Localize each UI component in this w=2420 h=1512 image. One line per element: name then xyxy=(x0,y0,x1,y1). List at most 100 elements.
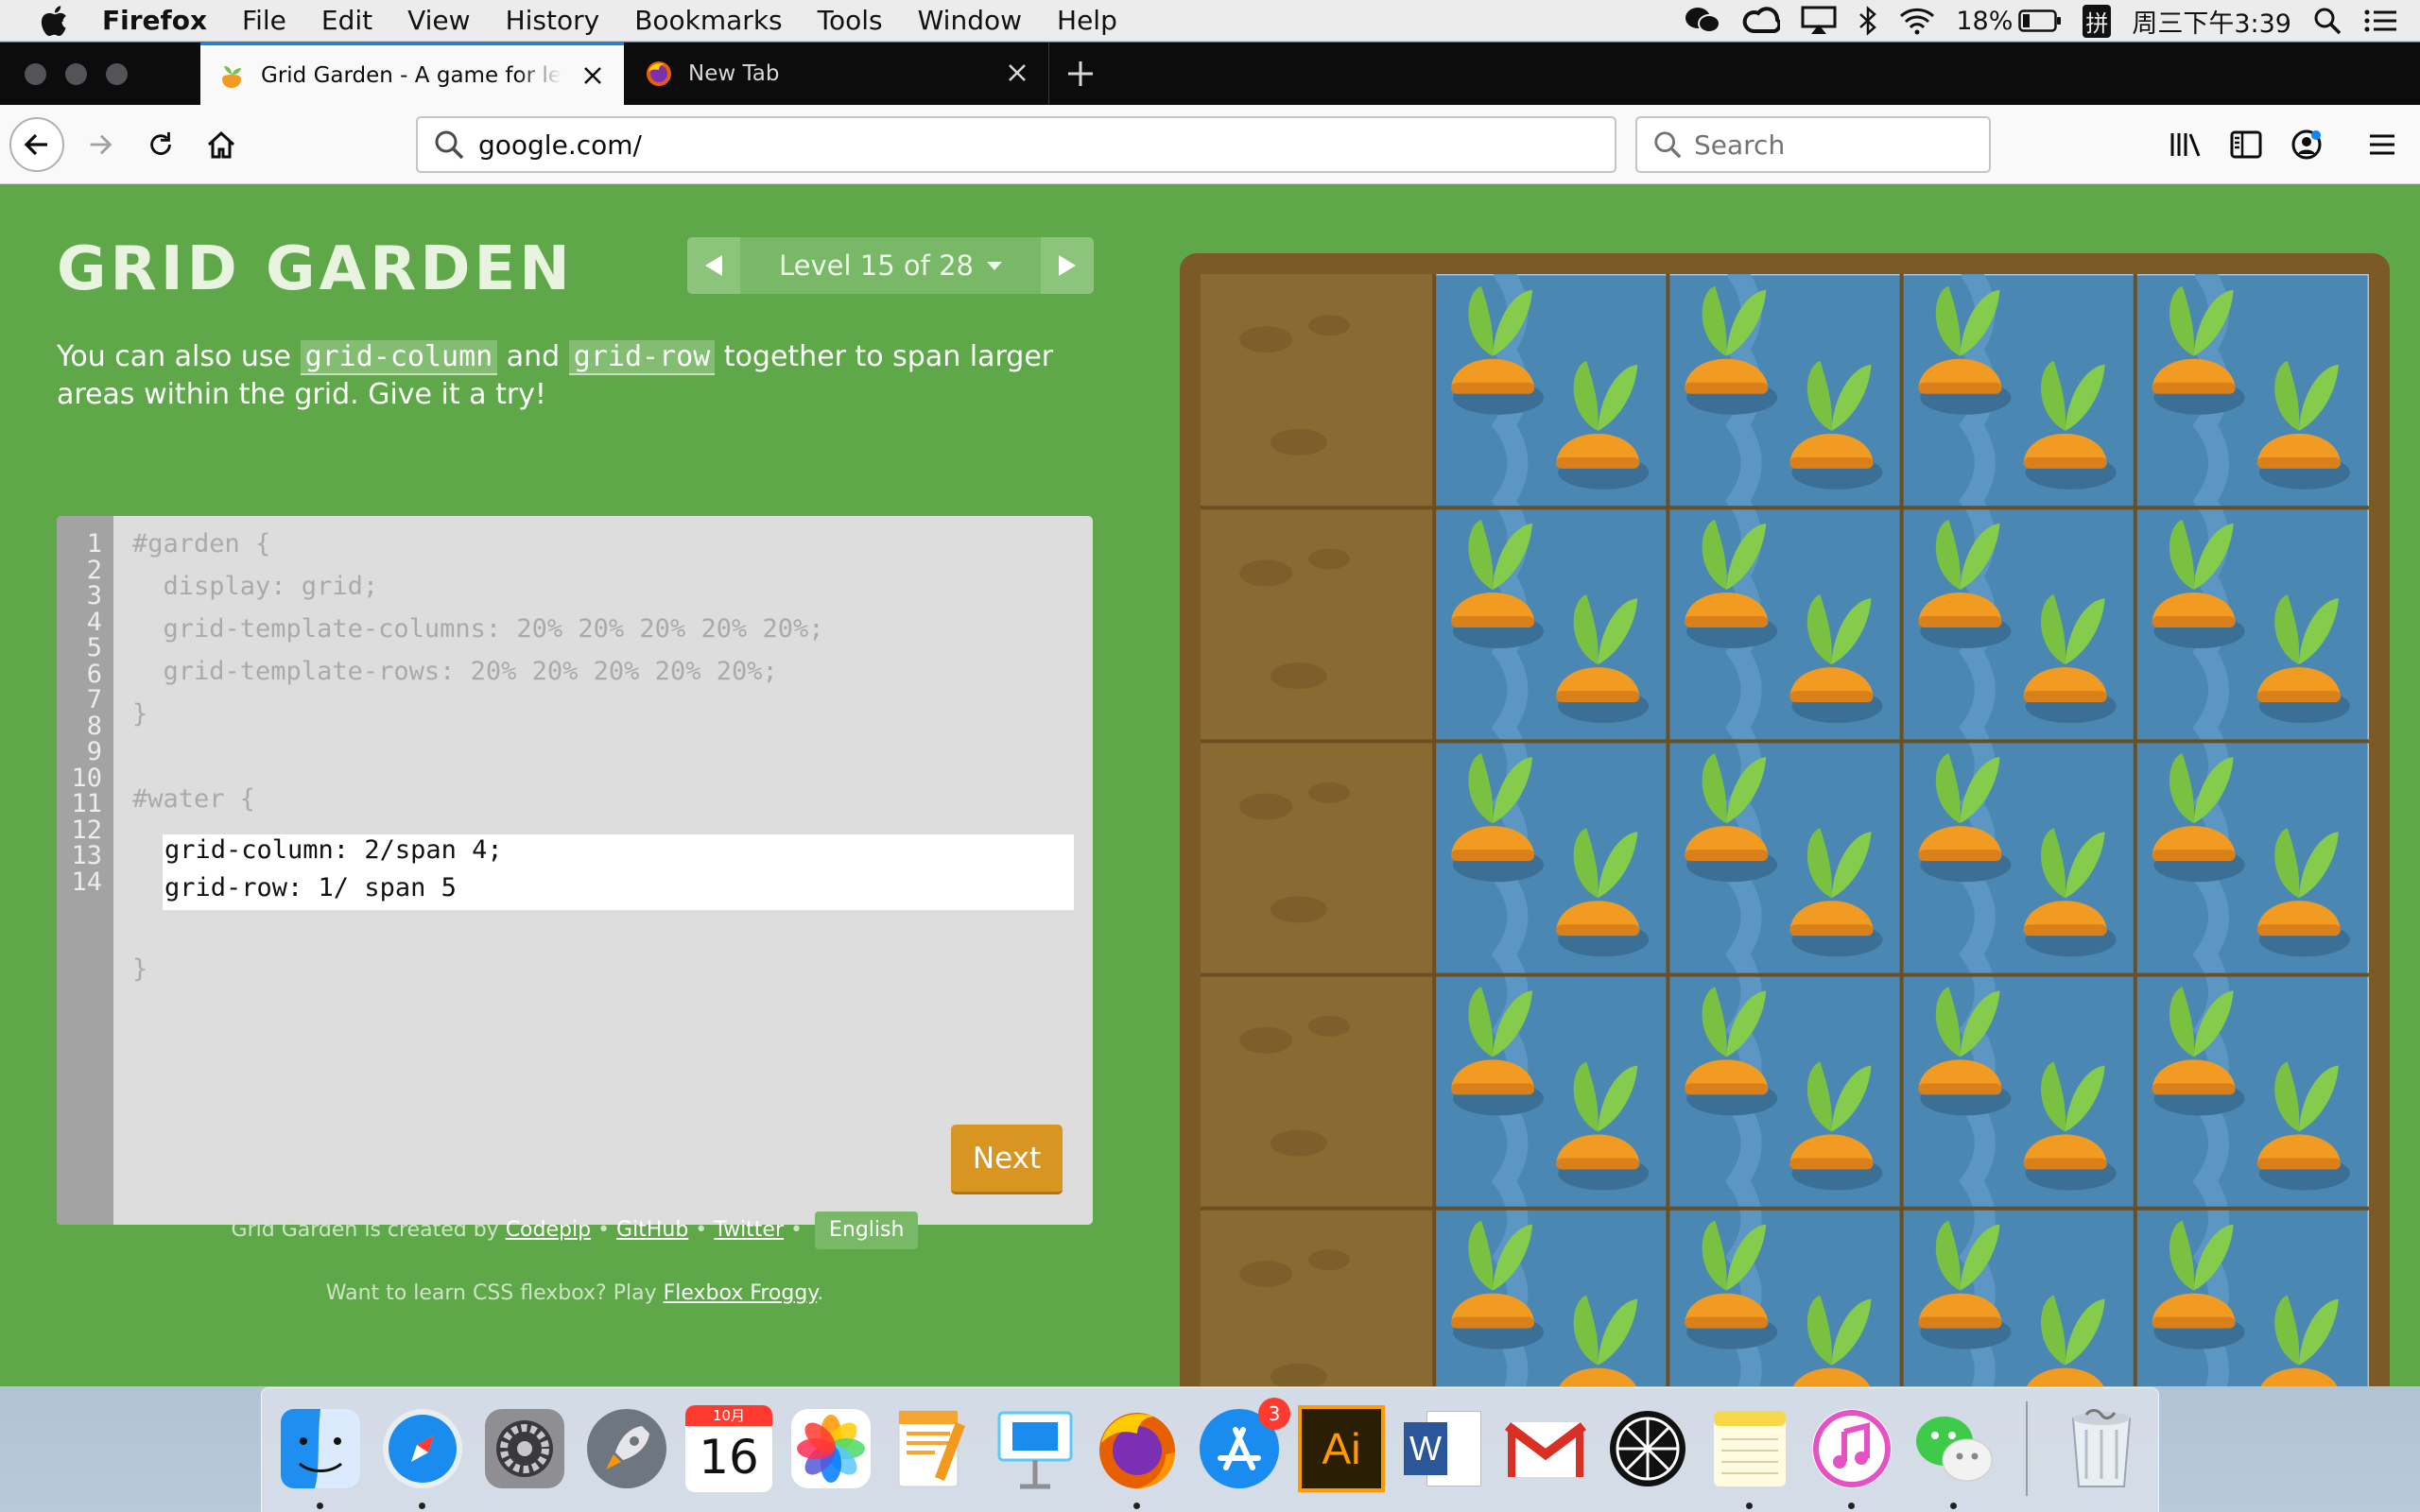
home-button[interactable] xyxy=(197,120,246,169)
soil-clod xyxy=(1307,782,1350,803)
library-icon xyxy=(2170,133,2201,157)
photos-icon[interactable] xyxy=(787,1405,874,1492)
hamburger-icon xyxy=(2370,134,2394,155)
carrot-base xyxy=(1918,615,2002,627)
wechat-icon[interactable] xyxy=(1910,1405,1997,1492)
illustrator-icon[interactable]: Ai xyxy=(1298,1405,1385,1492)
code-term-grid-row[interactable]: grid-row xyxy=(568,340,716,375)
soil-clod xyxy=(1307,1249,1350,1271)
clock[interactable]: 周三下午3:39 xyxy=(2132,3,2291,40)
battery-icon[interactable] xyxy=(2018,9,2062,32)
flexbox-froggy-link[interactable]: Flexbox Froggy xyxy=(664,1281,818,1305)
carrot-base xyxy=(2152,382,2236,394)
wechat-status-icon[interactable] xyxy=(1684,6,1721,36)
apple-icon[interactable] xyxy=(38,5,70,37)
css-answer-input[interactable]: grid-column: 2/span 4; grid-row: 1/ span… xyxy=(163,834,1074,910)
github-link[interactable]: GitHub xyxy=(616,1218,688,1242)
tab-title: New Tab xyxy=(688,61,780,86)
promo-end: . xyxy=(817,1281,824,1305)
mail-icon[interactable] xyxy=(1502,1405,1589,1492)
forward-button[interactable] xyxy=(76,120,125,169)
search-icon xyxy=(1654,131,1682,159)
spotlight-search-icon[interactable] xyxy=(2312,6,2342,36)
close-tab-icon[interactable] xyxy=(1003,59,1031,87)
menu-button[interactable] xyxy=(2358,120,2407,169)
close-tab-icon[interactable] xyxy=(579,61,607,90)
soil-clod xyxy=(1270,662,1327,690)
zoom-window-button[interactable] xyxy=(106,62,128,85)
carrot-base xyxy=(2023,456,2107,469)
carrot-base xyxy=(1451,850,1534,862)
menu-tools[interactable]: Tools xyxy=(818,5,883,36)
soil-clod xyxy=(1307,1015,1350,1037)
system-preferences-icon[interactable] xyxy=(481,1405,568,1492)
calendar-icon[interactable]: 10月 16 xyxy=(685,1405,772,1492)
keynote-icon[interactable] xyxy=(992,1405,1079,1492)
level-selector[interactable]: Level 15 of 28 xyxy=(740,237,1041,294)
library-button[interactable] xyxy=(2161,120,2210,169)
menu-edit[interactable]: Edit xyxy=(321,5,372,36)
app-store-badge: 3 xyxy=(1258,1398,1290,1430)
soil-clod xyxy=(1239,1261,1293,1288)
running-indicator xyxy=(1950,1503,1957,1509)
line-number: 13 xyxy=(71,841,102,870)
next-button[interactable]: Next xyxy=(951,1125,1063,1194)
safari-icon[interactable] xyxy=(379,1405,466,1492)
trash-icon[interactable] xyxy=(2058,1405,2145,1492)
launchpad-icon[interactable] xyxy=(583,1405,670,1492)
carrot-base xyxy=(1789,1158,1874,1170)
carrot-base xyxy=(1918,1316,2002,1329)
close-window-button[interactable] xyxy=(25,62,46,85)
code-line: #garden { xyxy=(132,529,271,558)
carrot-base xyxy=(1685,615,1769,627)
wifi-icon[interactable] xyxy=(1899,7,1935,35)
menu-history[interactable]: History xyxy=(506,5,600,36)
running-indicator xyxy=(317,1503,323,1509)
notes-icon[interactable] xyxy=(1706,1405,1793,1492)
menu-help[interactable]: Help xyxy=(1057,5,1117,36)
menu-firefox[interactable]: Firefox xyxy=(102,5,207,36)
carrot-base xyxy=(1556,924,1640,936)
creative-cloud-icon[interactable] xyxy=(1742,7,1781,35)
airplay-icon[interactable] xyxy=(1801,6,1837,36)
word-icon[interactable]: W xyxy=(1400,1405,1487,1492)
tab-grid-garden[interactable]: Grid Garden - A game for learning CSS gr… xyxy=(200,43,624,105)
menu-view[interactable]: View xyxy=(407,5,470,36)
lemon-icon[interactable] xyxy=(1604,1405,1691,1492)
language-selector[interactable]: English xyxy=(815,1211,919,1249)
credits-line: Grid Garden is created by Codepip • GitH… xyxy=(57,1211,1093,1249)
input-method-icon[interactable]: 拼 xyxy=(2083,4,2112,38)
level-label: Level 15 of 28 xyxy=(779,249,974,282)
level-instructions: You can also use grid-column and grid-ro… xyxy=(57,338,1059,414)
flexbox-froggy-promo: Want to learn CSS flexbox? Play Flexbox … xyxy=(57,1281,1093,1305)
next-level-button[interactable] xyxy=(1041,237,1094,294)
back-button[interactable] xyxy=(9,117,64,172)
code-term-grid-column[interactable]: grid-column xyxy=(300,340,498,375)
new-tab-button[interactable] xyxy=(1049,43,1112,105)
itunes-icon[interactable] xyxy=(1808,1405,1895,1492)
tab-new-tab[interactable]: New Tab xyxy=(624,43,1049,105)
previous-level-button[interactable] xyxy=(687,237,740,294)
finder-icon[interactable] xyxy=(277,1405,364,1492)
sidebar-toggle-button[interactable] xyxy=(2221,120,2271,169)
menu-bookmarks[interactable]: Bookmarks xyxy=(634,5,782,36)
firefox-dock-icon[interactable] xyxy=(1094,1405,1181,1492)
url-bar[interactable]: google.com/ xyxy=(416,116,1616,173)
pages-icon[interactable] xyxy=(890,1405,977,1492)
line-number: 5 xyxy=(86,633,102,662)
search-bar[interactable]: Search xyxy=(1635,116,1991,173)
reload-button[interactable] xyxy=(136,120,185,169)
bluetooth-icon[interactable] xyxy=(1858,6,1878,36)
minimize-window-button[interactable] xyxy=(65,62,87,85)
firefox-favicon-icon xyxy=(647,61,671,86)
carrot-base xyxy=(1556,1158,1640,1170)
menu-file[interactable]: File xyxy=(242,5,286,36)
twitter-link[interactable]: Twitter xyxy=(714,1218,784,1242)
menu-window[interactable]: Window xyxy=(918,5,1022,36)
codepip-link[interactable]: Codepip xyxy=(506,1218,591,1242)
carrot-base xyxy=(1685,850,1769,862)
account-button[interactable] xyxy=(2282,120,2331,169)
level-navigator: Level 15 of 28 xyxy=(687,237,1094,294)
notification-center-icon[interactable] xyxy=(2363,8,2397,34)
page-content: GRID GARDEN Level 15 of 28 You can also … xyxy=(0,185,2420,1386)
